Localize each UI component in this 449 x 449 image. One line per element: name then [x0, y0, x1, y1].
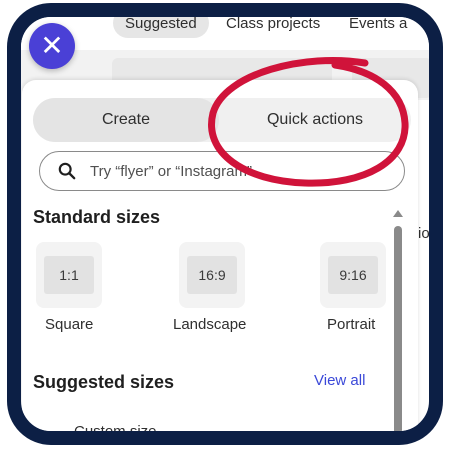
size-option-landscape[interactable]: 16:9 [179, 242, 245, 308]
standard-sizes-heading: Standard sizes [33, 207, 161, 227]
tab-suggested[interactable]: Suggested [113, 17, 209, 38]
segmented-control: Create Quick actions [33, 98, 411, 142]
size-option-portrait[interactable]: 9:16 [320, 242, 386, 308]
device-frame: Suggested Class projects Events a io ✕ C… [7, 3, 443, 445]
scroll-up-arrow-icon[interactable] [393, 210, 403, 217]
size-ratio: 16:9 [187, 256, 237, 294]
view-all-link[interactable]: View all [314, 372, 365, 389]
tab-class-projects[interactable]: Class projects [226, 17, 320, 38]
screen: Suggested Class projects Events a io ✕ C… [21, 17, 430, 431]
create-panel: Create Quick actions Try “flyer” or “Ins… [22, 80, 418, 431]
tab-create[interactable]: Create [33, 98, 219, 142]
size-label-square: Square [45, 316, 94, 333]
size-ratio: 9:16 [328, 256, 378, 294]
scrollbar[interactable] [394, 226, 402, 431]
tab-events[interactable]: Events a [349, 17, 407, 38]
search-input[interactable]: Try “flyer” or “Instagram” [39, 151, 405, 191]
background-partial-text: io [418, 225, 430, 242]
size-ratio: 1:1 [44, 256, 94, 294]
suggested-sizes-heading: Suggested sizes [33, 372, 175, 392]
close-icon: ✕ [40, 30, 64, 61]
size-option-square[interactable]: 1:1 [36, 242, 102, 308]
size-label-landscape: Landscape [173, 316, 247, 333]
tab-quick-actions[interactable]: Quick actions [219, 98, 411, 142]
custom-size-item[interactable]: Custom size [74, 423, 157, 431]
close-button[interactable]: ✕ [29, 23, 75, 69]
search-icon [58, 162, 76, 180]
size-label-portrait: Portrait [327, 316, 376, 333]
search-placeholder: Try “flyer” or “Instagram” [90, 162, 252, 180]
